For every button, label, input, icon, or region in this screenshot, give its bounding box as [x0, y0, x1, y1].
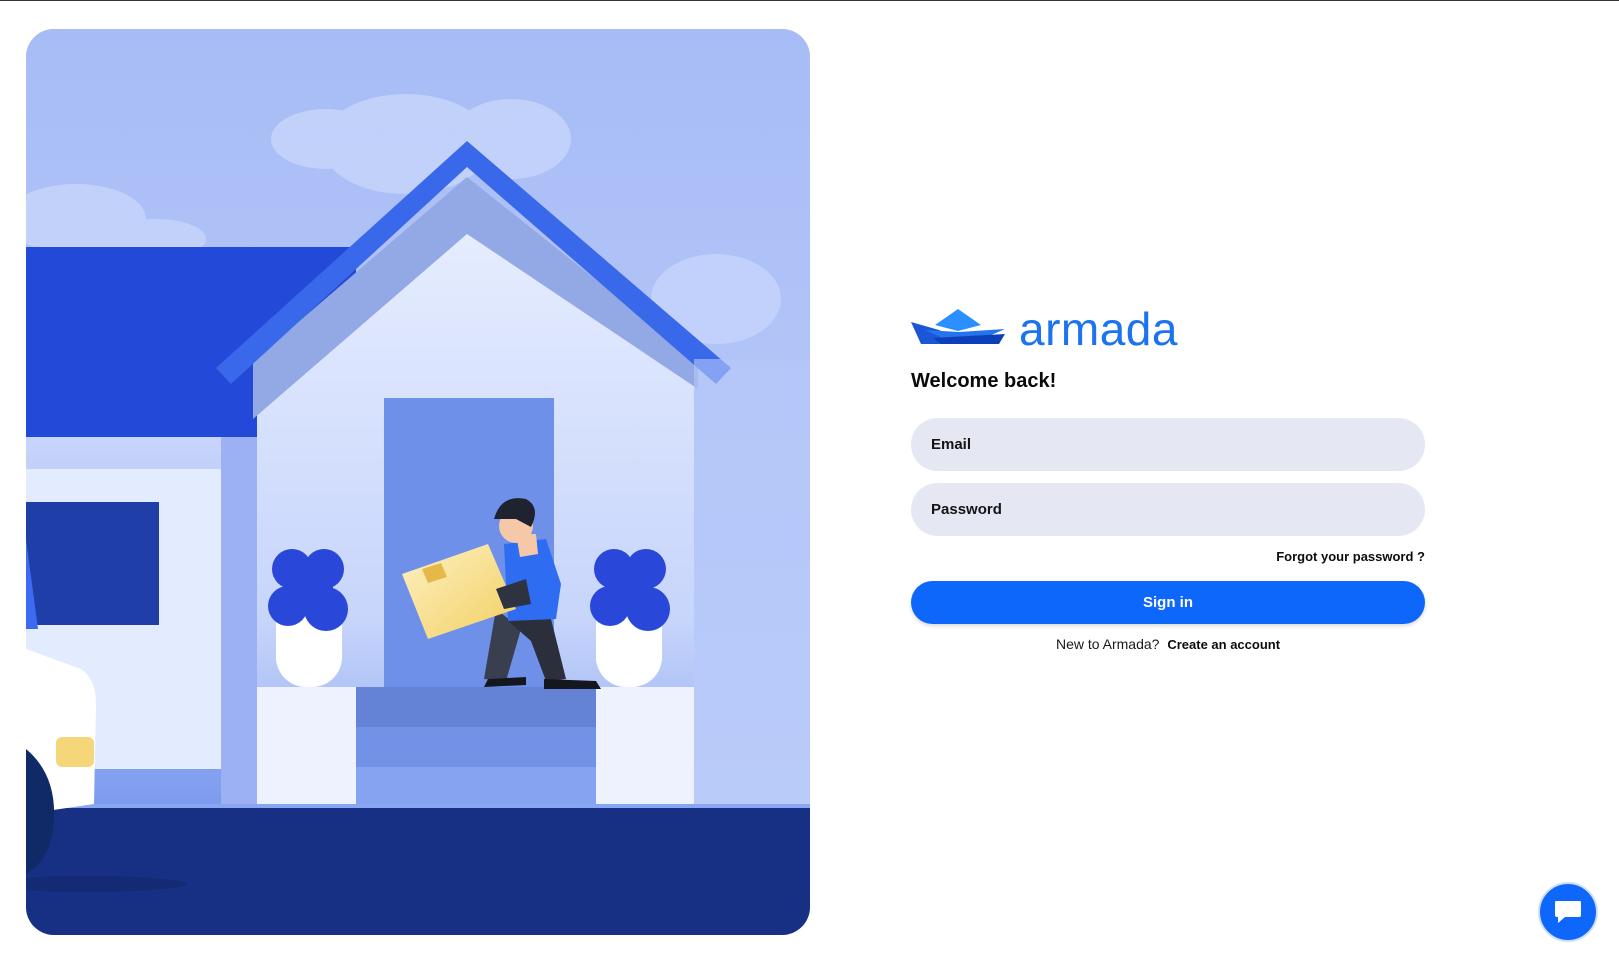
welcome-heading: Welcome back! — [911, 370, 1057, 392]
signup-row: New to Armada? Create an account — [911, 636, 1425, 652]
chat-bubble-icon — [1555, 901, 1581, 923]
chat-launcher-button[interactable] — [1538, 882, 1598, 942]
top-border — [0, 0, 1619, 1]
hero-illustration — [26, 29, 810, 935]
create-account-link[interactable]: Create an account — [1167, 637, 1280, 652]
brand-name: armada — [1019, 303, 1178, 355]
forgot-password-link[interactable]: Forgot your password ? — [1240, 549, 1425, 564]
sign-in-button[interactable]: Sign in — [911, 581, 1425, 624]
house-delivery-illustration — [26, 29, 810, 935]
armada-logo: armada — [911, 303, 1177, 355]
email-input[interactable] — [911, 418, 1425, 471]
boat-logo-icon — [911, 309, 1005, 344]
password-input[interactable] — [911, 483, 1425, 536]
new-user-text: New to Armada? — [1055, 636, 1160, 652]
